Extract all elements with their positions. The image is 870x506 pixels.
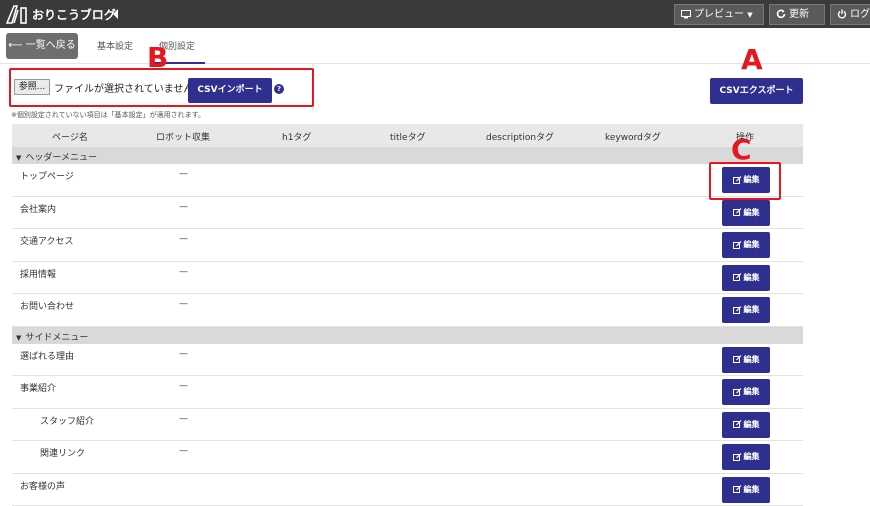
refresh-icon: [776, 9, 786, 19]
header-page-name: ページ名: [52, 130, 88, 143]
page-name-cell: お客様の声: [20, 479, 65, 492]
back-label: 一覧へ戻る: [26, 40, 76, 51]
edit-label: 編集: [744, 485, 760, 494]
menu-group-header[interactable]: ▼ヘッダーメニュー: [12, 147, 803, 164]
sub-header: ⟵ 一覧へ戻る 基本設定 個別設定: [0, 28, 870, 64]
back-to-list-button[interactable]: ⟵ 一覧へ戻る: [6, 33, 78, 59]
robot-cell: —: [179, 414, 188, 424]
page-name-cell: 会社案内: [20, 202, 56, 215]
table-header: ページ名 ロボット収集 h1タグ titleタグ descriptionタグ k…: [12, 124, 803, 147]
robot-cell: —: [179, 349, 188, 359]
table-row: 選ばれる理由 — 編集: [12, 344, 803, 377]
logout-label: ログ: [850, 9, 870, 20]
group-label: ▼ヘッダーメニュー: [16, 150, 97, 163]
edit-button[interactable]: 編集: [722, 232, 770, 258]
edit-button[interactable]: 編集: [722, 265, 770, 291]
tab-basic-settings[interactable]: 基本設定: [97, 39, 133, 52]
settings-note: ※個別設定されていない項目は「基本設定」が適用されます。: [11, 110, 205, 120]
header-robot: ロボット収集: [156, 130, 210, 143]
preview-label: プレビュー: [694, 9, 744, 20]
robot-cell: —: [179, 446, 188, 456]
page-name-cell: 採用情報: [20, 267, 56, 280]
page-name-cell: 交通アクセス: [20, 234, 74, 247]
edit-button[interactable]: 編集: [722, 477, 770, 503]
header-h1: h1タグ: [282, 130, 311, 143]
caret-down-icon: ▼: [16, 334, 21, 342]
edit-icon: [733, 453, 742, 461]
edit-icon: [733, 306, 742, 314]
top-bar: おりこうブログ プレビュー ▼ 更新 ログ: [0, 0, 870, 28]
edit-label: 編集: [744, 387, 760, 396]
robot-cell: —: [179, 234, 188, 244]
group-label: ▼サイドメニュー: [16, 330, 88, 343]
update-button[interactable]: 更新: [769, 4, 825, 25]
table-row: 会社案内 — 編集: [12, 197, 803, 230]
arrow-left-icon: ⟵: [8, 40, 22, 51]
collapse-sidebar-icon[interactable]: [113, 9, 118, 19]
annotation-label-a: A: [741, 46, 763, 74]
edit-icon: [733, 420, 742, 428]
chevron-down-icon: ▼: [747, 11, 752, 19]
edit-icon: [733, 355, 742, 363]
edit-icon: [733, 273, 742, 281]
table-row: お客様の声 編集: [12, 474, 803, 506]
edit-label: 編集: [744, 305, 760, 314]
robot-cell: —: [179, 381, 188, 391]
annotation-box-c: [709, 162, 781, 200]
table-row: お問い合わせ — 編集: [12, 294, 803, 327]
preview-button[interactable]: プレビュー ▼: [674, 4, 764, 25]
page-name-cell: 選ばれる理由: [20, 349, 74, 362]
header-title: titleタグ: [390, 130, 426, 143]
table-row: 採用情報 — 編集: [12, 262, 803, 295]
table-row: 関連リンク — 編集: [12, 441, 803, 474]
edit-button[interactable]: 編集: [722, 200, 770, 226]
csv-export-button[interactable]: CSVエクスポート: [710, 78, 803, 104]
edit-icon: [733, 208, 742, 216]
monitor-icon: [681, 10, 691, 19]
header-keyword: keywordタグ: [605, 130, 661, 143]
caret-down-icon: ▼: [16, 154, 21, 162]
edit-label: 編集: [744, 273, 760, 282]
edit-label: 編集: [744, 420, 760, 429]
page-name-cell: 関連リンク: [40, 446, 85, 459]
page-name-cell: お問い合わせ: [20, 299, 74, 312]
app-logo-icon: [6, 4, 28, 24]
site-title: おりこうブログ: [32, 6, 116, 23]
edit-button[interactable]: 編集: [722, 412, 770, 438]
edit-label: 編集: [744, 240, 760, 249]
edit-label: 編集: [744, 355, 760, 364]
edit-button[interactable]: 編集: [722, 379, 770, 405]
robot-cell: —: [179, 202, 188, 212]
page-name-cell: トップページ: [20, 169, 74, 182]
table-row: トップページ—編集: [12, 164, 803, 197]
edit-label: 編集: [744, 452, 760, 461]
edit-icon: [733, 241, 742, 249]
table-row: 事業紹介 — 編集: [12, 376, 803, 409]
table-row: スタッフ紹介 — 編集: [12, 409, 803, 442]
edit-icon: [733, 485, 742, 493]
robot-cell: —: [179, 267, 188, 277]
annotation-label-b: B: [147, 44, 168, 72]
page-name-cell: スタッフ紹介: [40, 414, 94, 427]
page-name-cell: 事業紹介: [20, 381, 56, 394]
edit-label: 編集: [744, 208, 760, 217]
edit-icon: [733, 388, 742, 396]
table-row: 交通アクセス — 編集: [12, 229, 803, 262]
robot-cell: —: [179, 169, 188, 179]
robot-cell: —: [179, 299, 188, 309]
menu-group-header[interactable]: ▼サイドメニュー: [12, 327, 803, 344]
edit-button[interactable]: 編集: [722, 297, 770, 323]
annotation-label-c: C: [731, 136, 752, 164]
header-description: descriptionタグ: [486, 130, 554, 143]
update-label: 更新: [789, 9, 809, 20]
edit-button[interactable]: 編集: [722, 444, 770, 470]
power-icon: [837, 9, 847, 19]
seo-table: ページ名 ロボット収集 h1タグ titleタグ descriptionタグ k…: [12, 124, 803, 506]
logout-button[interactable]: ログ: [830, 4, 870, 25]
edit-button[interactable]: 編集: [722, 347, 770, 373]
